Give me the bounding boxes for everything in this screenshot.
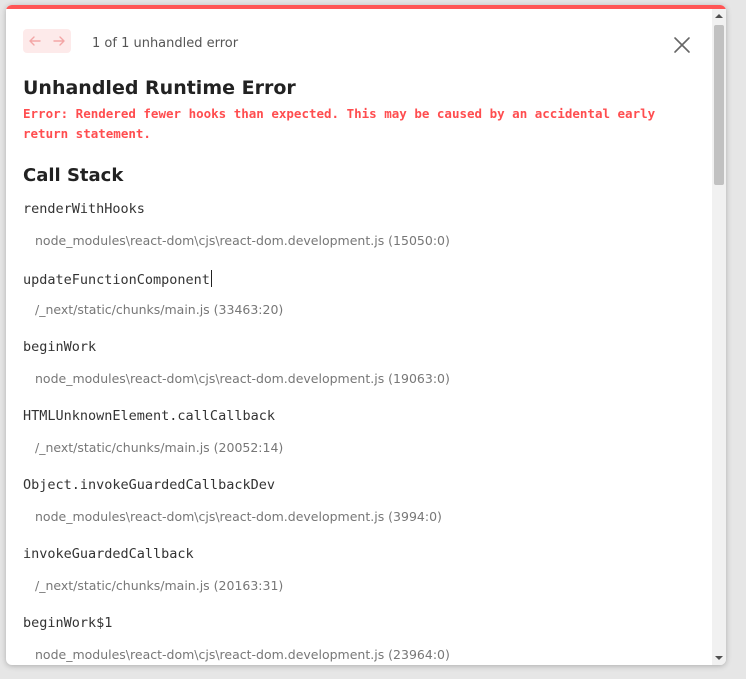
error-title: Unhandled Runtime Error (23, 77, 296, 99)
close-button[interactable] (670, 33, 694, 57)
arrow-left-icon (29, 36, 41, 46)
next-error-button[interactable] (47, 29, 71, 53)
frame-location[interactable]: node_modules\react-dom\cjs\react-dom.dev… (35, 647, 450, 662)
frame-function-name: renderWithHooks (23, 201, 145, 217)
frame-function-name: HTMLUnknownElement.callCallback (23, 408, 275, 424)
frame-location[interactable]: /_next/static/chunks/main.js (20052:14) (35, 440, 283, 455)
previous-error-button[interactable] (23, 29, 47, 53)
stack-frame[interactable]: updateFunctionComponent /_next/static/ch… (23, 270, 693, 339)
frame-function-name: invokeGuardedCallback (23, 546, 194, 562)
stack-frame[interactable]: HTMLUnknownElement.callCallback /_next/s… (23, 408, 693, 477)
vertical-scrollbar[interactable] (712, 9, 726, 665)
frame-function-name: beginWork$1 (23, 615, 113, 631)
error-message: Error: Rendered fewer hooks than expecte… (23, 106, 656, 141)
scroll-up-arrow-icon[interactable] (712, 9, 726, 23)
stack-frame[interactable]: invokeGuardedCallback /_next/static/chun… (23, 546, 693, 615)
frame-location[interactable]: node_modules\react-dom\cjs\react-dom.dev… (35, 233, 450, 248)
dialog-content: 1 of 1 unhandled error Unhandled Runtime… (6, 9, 712, 665)
error-navigation (23, 29, 71, 53)
frame-function-name: beginWork (23, 339, 97, 355)
stack-frame[interactable]: beginWork node_modules\react-dom\cjs\rea… (23, 339, 693, 408)
frame-location[interactable]: node_modules\react-dom\cjs\react-dom.dev… (35, 371, 450, 386)
stack-frame[interactable]: beginWork$1 node_modules\react-dom\cjs\r… (23, 615, 693, 665)
frame-location[interactable]: /_next/static/chunks/main.js (20163:31) (35, 578, 283, 593)
close-icon (674, 37, 690, 53)
arrow-right-icon (53, 36, 65, 46)
stack-frame[interactable]: Object.invokeGuardedCallbackDev node_mod… (23, 477, 693, 546)
call-stack-frames: renderWithHooks node_modules\react-dom\c… (23, 201, 693, 665)
scroll-down-arrow-icon[interactable] (712, 651, 726, 665)
error-overlay-dialog: 1 of 1 unhandled error Unhandled Runtime… (6, 5, 726, 665)
frame-function-name: updateFunctionComponent (23, 272, 210, 288)
stack-frame[interactable]: renderWithHooks node_modules\react-dom\c… (23, 201, 693, 270)
frame-location[interactable]: node_modules\react-dom\cjs\react-dom.dev… (35, 509, 442, 524)
scrollbar-thumb[interactable] (714, 25, 724, 185)
frame-function-name: Object.invokeGuardedCallbackDev (23, 477, 275, 493)
call-stack-heading: Call Stack (23, 165, 124, 186)
frame-location[interactable]: /_next/static/chunks/main.js (33463:20) (35, 302, 283, 317)
error-counter: 1 of 1 unhandled error (92, 36, 239, 51)
